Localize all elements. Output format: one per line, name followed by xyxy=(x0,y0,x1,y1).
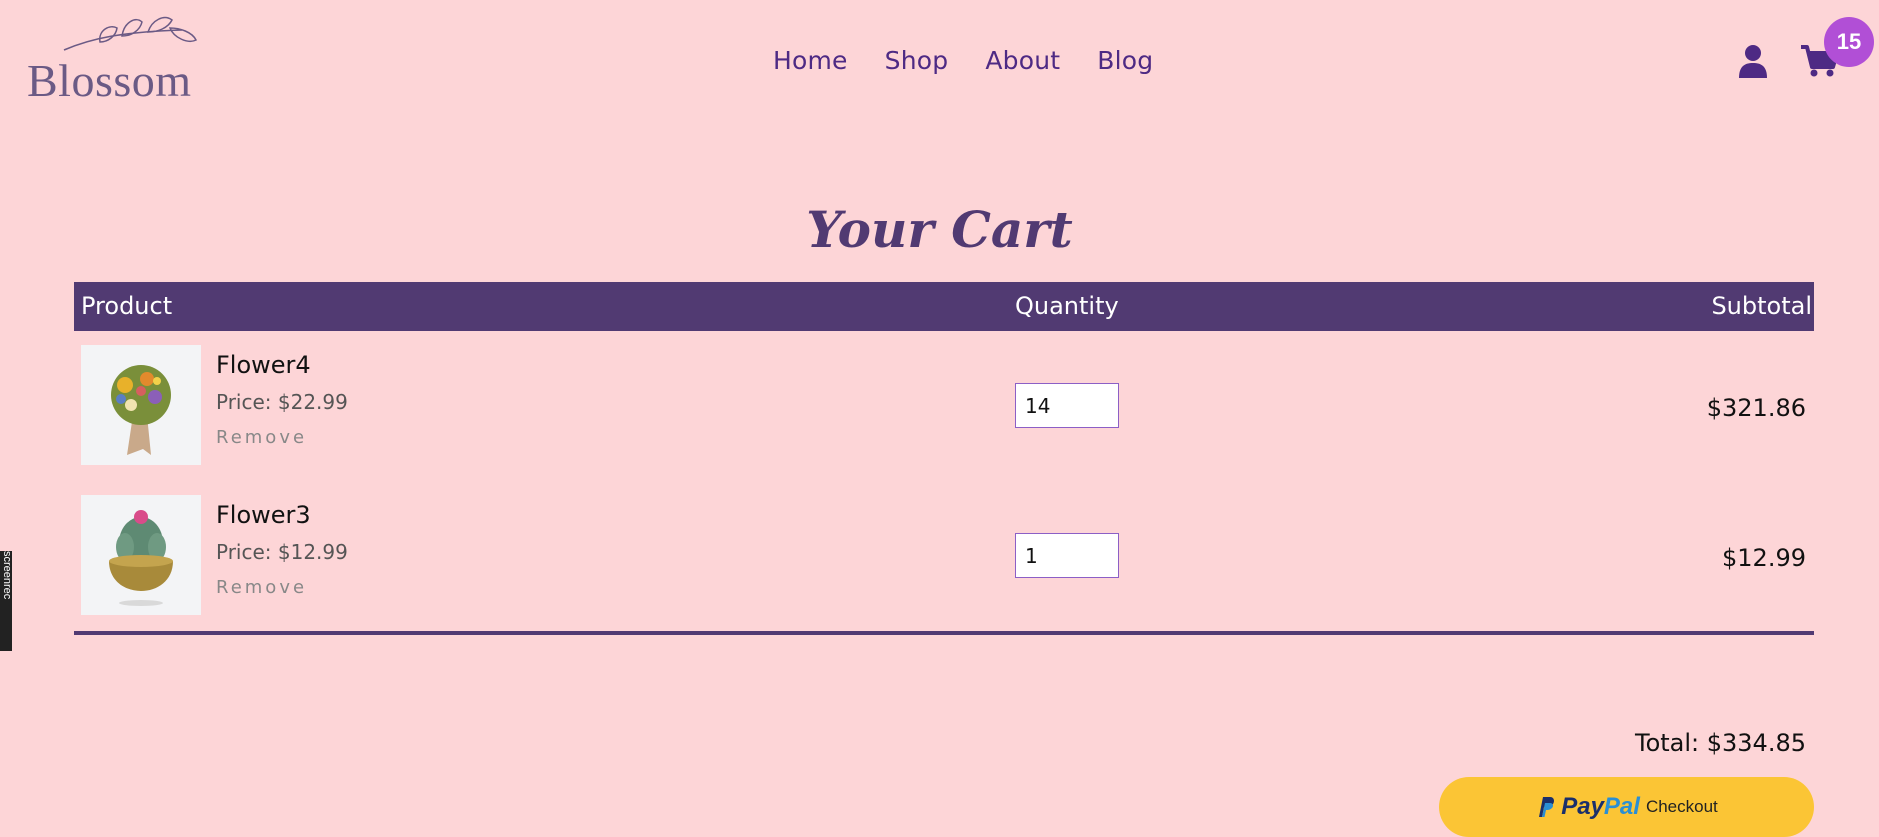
product-price: Price: $22.99 xyxy=(216,390,348,414)
leaf-branch-icon xyxy=(63,16,198,51)
table-row: Flower3 Price: $12.99 Remove $12.99 xyxy=(74,495,1814,645)
cart-table: Product Quantity Subtotal Flower4 Price:… xyxy=(74,282,1814,645)
user-icon[interactable] xyxy=(1737,44,1769,78)
table-divider xyxy=(74,631,1814,635)
product-image-bouquet xyxy=(81,345,201,465)
cart-total: Total: $334.85 xyxy=(1634,729,1806,757)
nav-blog[interactable]: Blog xyxy=(1097,46,1153,75)
column-header-product: Product xyxy=(81,292,173,320)
column-header-subtotal: Subtotal xyxy=(1711,292,1812,320)
column-header-quantity: Quantity xyxy=(1015,292,1119,320)
main-nav: Home Shop About Blog xyxy=(773,46,1153,75)
paypal-logo-pal: Pal xyxy=(1603,793,1640,820)
product-name: Flower3 xyxy=(216,501,311,529)
table-header: Product Quantity Subtotal xyxy=(74,282,1814,331)
page-title: Your Cart xyxy=(806,200,1073,259)
table-row: Flower4 Price: $22.99 Remove $321.86 xyxy=(74,345,1814,495)
item-subtotal: $12.99 xyxy=(1722,544,1806,572)
paypal-icon xyxy=(1539,797,1555,817)
product-image-cactus-pot xyxy=(81,495,201,615)
nav-about[interactable]: About xyxy=(985,46,1060,75)
product-name: Flower4 xyxy=(216,351,311,379)
brand-logo[interactable]: Blossom xyxy=(22,10,198,106)
cart-count-badge[interactable]: 15 xyxy=(1824,17,1874,67)
screen-recorder-tab[interactable]: screenrec xyxy=(0,551,13,651)
quantity-input[interactable] xyxy=(1015,533,1119,578)
paypal-checkout-button[interactable]: PayPal Checkout xyxy=(1439,777,1814,837)
remove-item-button[interactable]: Remove xyxy=(216,427,307,448)
nav-home[interactable]: Home xyxy=(773,46,848,75)
screenrec-label: screenrec xyxy=(1,551,13,600)
paypal-checkout-label: Checkout xyxy=(1645,797,1718,816)
paypal-logo: PayPal xyxy=(1561,793,1640,821)
remove-item-button[interactable]: Remove xyxy=(216,577,307,598)
paypal-logo-pay: Pay xyxy=(1561,793,1604,820)
quantity-input[interactable] xyxy=(1015,383,1119,428)
nav-shop[interactable]: Shop xyxy=(885,46,949,75)
product-price: Price: $12.99 xyxy=(216,540,348,564)
brand-name: Blossom xyxy=(27,55,192,106)
item-subtotal: $321.86 xyxy=(1706,394,1806,422)
